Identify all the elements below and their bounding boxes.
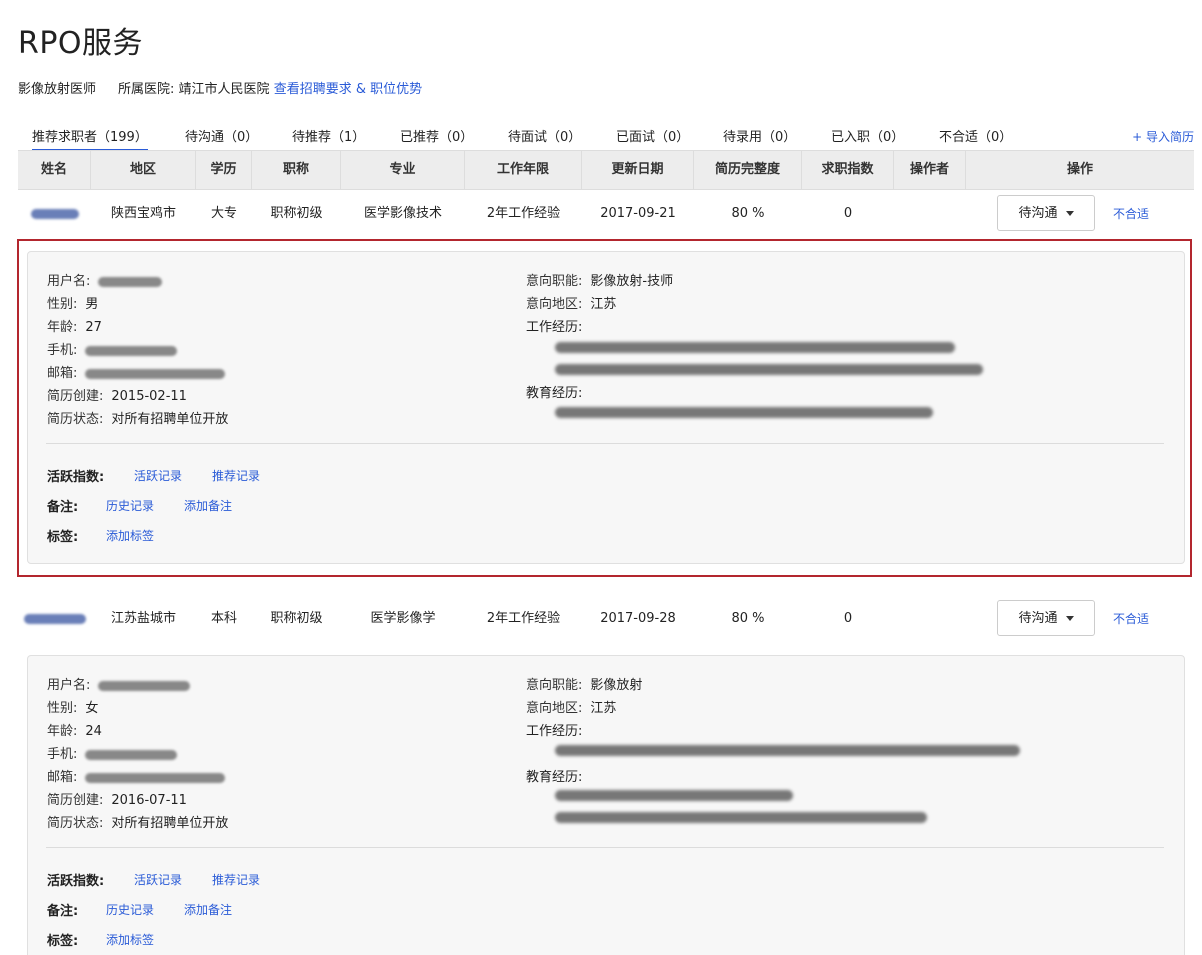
divider [46,847,1164,848]
table-header: 姓名 地区 学历 职称 专业 工作年限 更新日期 简历完整度 求职指数 操作者 … [18,150,1194,190]
age-value: 24 [85,724,102,739]
tab-interviewed[interactable]: 已面试（0） [616,126,689,145]
candidate-detail-panel: 用户名: 性别: 女 年龄: 24 手机: 邮箱: 简历创建: 2016-07-11 … [27,655,1185,955]
cell-updated: 2017-09-28 [600,611,676,626]
job-info: 影像放射医师 所属医院: 靖江市人民医院 查看招聘要求 & 职位优势 [18,78,422,97]
cell-completeness: 80 % [731,206,765,221]
cell-region: 陕西宝鸡市 [110,206,176,221]
tab-to-interview[interactable]: 待面试（0） [508,126,581,145]
cell-education: 大专 [210,206,237,221]
col-completeness: 简历完整度 [694,151,802,189]
status-dropdown-button[interactable]: 待沟通 [997,195,1095,231]
col-updated: 更新日期 [582,151,694,189]
gender-label: 性别: [47,701,78,716]
caret-down-icon [1065,211,1074,216]
col-index: 求职指数 [802,151,894,189]
status-dropdown-label: 待沟通 [1018,206,1058,221]
gender-value: 女 [85,701,99,716]
col-actions: 操作 [1066,162,1093,177]
tab-to-communicate[interactable]: 待沟通（0） [185,126,258,145]
edu-history-redacted [555,812,927,823]
activity-log-link[interactable]: 活跃记录 [134,871,182,888]
cell-index: 0 [843,611,853,626]
hospital-label: 所属医院: [118,82,175,97]
intent-region-label: 意向地区: [526,701,583,716]
resume-state-value: 对所有招聘单位开放 [111,816,229,831]
cell-experience: 2年工作经验 [486,206,561,221]
import-resume-link[interactable]: + 导入简历 [1132,128,1194,145]
cell-index: 0 [843,206,853,221]
page-title: RPO服务 [18,26,144,61]
edu-history-label: 教育经历: [526,770,583,785]
note-label: 备注: [47,904,79,919]
cell-updated: 2017-09-21 [600,206,676,221]
col-region: 地区 [91,151,196,189]
cell-experience: 2年工作经验 [486,611,561,626]
cell-title: 职称初级 [270,611,323,626]
status-dropdown-label: 待沟通 [1018,611,1058,626]
history-log-link[interactable]: 历史记录 [106,901,154,918]
intent-job-value: 影像放射 [590,678,643,693]
cell-education: 本科 [210,611,237,626]
work-history-label: 工作经历: [526,724,583,739]
table-row[interactable]: 江苏盐城市 本科 职称初级 医学影像学 2年工作经验 2017-09-28 80… [18,597,1194,641]
work-history-redacted [555,745,1020,756]
tab-recommended-done[interactable]: 已推荐（0） [400,126,473,145]
cell-completeness: 80 % [731,611,765,626]
cell-title: 职称初级 [270,206,323,221]
job-position: 影像放射医师 [18,82,97,97]
col-education: 学历 [196,151,252,189]
activity-label: 活跃指数: [47,874,105,889]
col-title: 职称 [252,151,341,189]
hospital-name: 靖江市人民医院 [178,82,270,97]
intent-region-value: 江苏 [590,701,617,716]
col-name: 姓名 [18,151,91,189]
edu-history-redacted [555,790,793,801]
requirements-link[interactable]: 查看招聘要求 & 职位优势 [274,82,422,97]
cell-region: 江苏盐城市 [110,611,176,626]
tab-recommended[interactable]: 推荐求职者（199） [32,126,148,151]
resume-state-label: 简历状态: [47,816,104,831]
col-experience: 工作年限 [465,151,582,189]
candidate-name-redacted[interactable] [18,597,91,641]
email-label: 邮箱: [47,770,78,785]
highlight-frame [17,239,1192,577]
intent-job-label: 意向职能: [526,678,583,693]
cell-major: 医学影像学 [370,611,436,626]
phone-label: 手机: [47,747,78,762]
cell-major: 医学影像技术 [363,206,442,221]
username-label: 用户名: [47,678,91,693]
tab-to-recommend[interactable]: 待推荐（1） [292,126,365,145]
unfit-link[interactable]: 不合适 [1113,597,1149,641]
table-row[interactable]: 陕西宝鸡市 大专 职称初级 医学影像技术 2年工作经验 2017-09-21 8… [18,192,1194,236]
status-dropdown-button[interactable]: 待沟通 [997,600,1095,636]
tab-unfit[interactable]: 不合适（0） [939,126,1012,145]
col-major: 专业 [341,151,465,189]
created-value: 2016-07-11 [111,793,187,808]
candidate-name-redacted[interactable] [18,192,91,236]
status-tabs: 推荐求职者（199） 待沟通（0） 待推荐（1） 已推荐（0） 待面试（0） 已… [18,124,1194,151]
recommend-log-link[interactable]: 推荐记录 [212,871,260,888]
caret-down-icon [1065,616,1074,621]
col-operator: 操作者 [894,151,966,189]
age-label: 年龄: [47,724,78,739]
add-note-link[interactable]: 添加备注 [184,901,232,918]
created-label: 简历创建: [47,793,104,808]
tab-to-hire[interactable]: 待录用（0） [723,126,796,145]
tab-onboarded[interactable]: 已入职（0） [831,126,904,145]
unfit-link[interactable]: 不合适 [1113,192,1149,236]
